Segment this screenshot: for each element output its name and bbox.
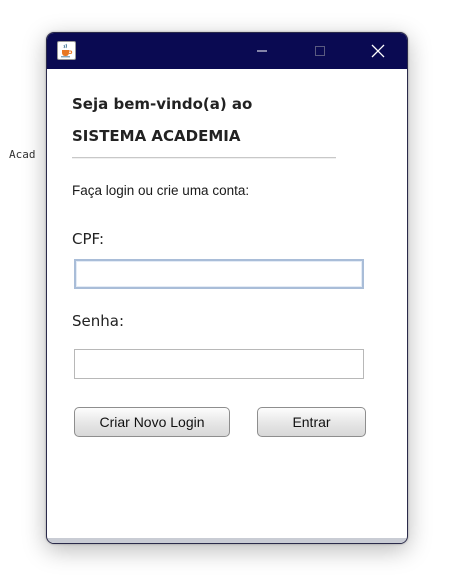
cpf-input[interactable] bbox=[74, 259, 364, 289]
title-bar[interactable] bbox=[47, 33, 407, 69]
window-bottom-border bbox=[47, 538, 407, 543]
minimize-icon bbox=[257, 50, 267, 52]
senha-input[interactable] bbox=[74, 349, 364, 379]
java-cup-icon[interactable] bbox=[57, 41, 76, 60]
login-window: Seja bem-vindo(a) ao SISTEMA ACADEMIA Fa… bbox=[46, 32, 408, 544]
enter-button[interactable]: Entrar bbox=[257, 407, 366, 437]
senha-label: Senha: bbox=[72, 312, 125, 330]
close-button[interactable] bbox=[355, 33, 401, 69]
close-icon bbox=[371, 44, 385, 58]
login-prompt: Faça login ou crie uma conta: bbox=[72, 183, 250, 198]
welcome-heading: Seja bem-vindo(a) ao bbox=[72, 95, 253, 113]
heading-separator bbox=[72, 157, 336, 159]
background-partial-text: Acad bbox=[9, 148, 36, 161]
minimize-button[interactable] bbox=[239, 33, 285, 69]
maximize-icon bbox=[315, 46, 325, 56]
cpf-label: CPF: bbox=[72, 230, 105, 248]
maximize-button[interactable] bbox=[297, 33, 343, 69]
create-login-button[interactable]: Criar Novo Login bbox=[74, 407, 230, 437]
system-title: SISTEMA ACADEMIA bbox=[72, 127, 241, 145]
